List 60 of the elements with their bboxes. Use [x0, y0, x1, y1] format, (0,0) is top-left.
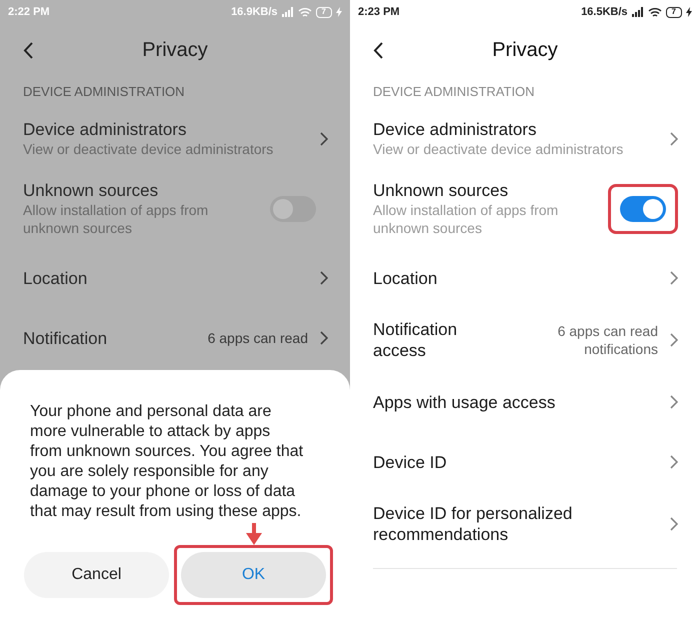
- row-value: 6 apps can read notifications: [556, 322, 658, 358]
- row-title: Notification access: [373, 319, 458, 361]
- chevron-right-icon: [320, 331, 328, 345]
- chevron-right-icon: [670, 517, 678, 531]
- settings-row[interactable]: Apps with usage access: [350, 372, 700, 432]
- charging-icon: [686, 7, 692, 17]
- settings-row[interactable]: Location: [350, 248, 700, 308]
- row-title: Device administrators: [23, 119, 188, 140]
- battery-icon: 7: [666, 6, 682, 18]
- row-title: Device ID for personalized recommendations: [373, 503, 574, 545]
- network-speed: 16.5KB/s: [581, 4, 628, 20]
- network-speed: 16.9KB/s: [231, 4, 278, 20]
- settings-row[interactable]: Notification 6 apps can read: [0, 308, 350, 368]
- row-title: Location: [23, 268, 88, 288]
- row-value: 6 apps can read: [206, 329, 308, 347]
- row-subtitle: View or deactivate device administrators: [373, 140, 624, 158]
- wifi-icon: [298, 6, 312, 18]
- chevron-right-icon: [320, 132, 328, 146]
- row-title: Unknown sources: [373, 180, 510, 201]
- chevron-right-icon: [670, 455, 678, 469]
- row-subtitle: Allow installation of apps from unknown sources: [373, 201, 560, 237]
- settings-row[interactable]: Device administrators View or deactivate device administrators: [350, 108, 700, 169]
- row-title: Device ID: [373, 452, 448, 472]
- section-header: DEVICE ADMINISTRATION: [373, 84, 535, 99]
- signal-icon: [632, 7, 644, 17]
- cancel-button[interactable]: Cancel: [24, 552, 169, 598]
- wifi-icon: [648, 6, 662, 18]
- charging-icon: [336, 7, 342, 17]
- row-title: Unknown sources: [23, 180, 160, 201]
- settings-row[interactable]: Device ID for personalized recommendations: [350, 492, 700, 556]
- chevron-right-icon: [670, 271, 678, 285]
- arrow-icon: [246, 523, 262, 545]
- settings-row[interactable]: Location: [0, 248, 350, 308]
- row-title: Device administrators: [373, 119, 538, 140]
- page-title: Privacy: [142, 38, 208, 63]
- back-icon[interactable]: [23, 42, 33, 58]
- chevron-right-icon: [670, 132, 678, 146]
- status-time: 2:23 PM: [358, 4, 400, 20]
- row-title: Location: [373, 268, 438, 288]
- settings-row[interactable]: Unknown sources Allow installation of apps from unknown sources: [350, 169, 700, 248]
- section-header: DEVICE ADMINISTRATION: [23, 84, 185, 99]
- settings-row[interactable]: Device ID: [350, 432, 700, 492]
- chevron-right-icon: [670, 333, 678, 347]
- dialog-message: Your phone and personal data are more vulnerable to attack by apps from unknown sources. You agree that you are solely responsible for any damage to your phone or loss of data that may result from using these apps.: [30, 402, 304, 522]
- page-title: Privacy: [492, 38, 558, 63]
- settings-row[interactable]: Notification access 6 apps can read notifications: [350, 308, 700, 372]
- chevron-right-icon: [670, 395, 678, 409]
- row-title: Notification: [23, 328, 108, 348]
- back-icon[interactable]: [373, 42, 383, 58]
- battery-icon: 7: [316, 6, 332, 18]
- chevron-right-icon: [320, 271, 328, 285]
- row-subtitle: Allow installation of apps from unknown sources: [23, 201, 210, 237]
- signal-icon: [282, 7, 294, 17]
- toggle-switch[interactable]: [620, 196, 666, 222]
- row-subtitle: View or deactivate device administrators: [23, 140, 274, 158]
- row-title: Apps with usage access: [373, 392, 556, 412]
- settings-row[interactable]: Device administrators View or deactivate device administrators: [0, 108, 350, 169]
- status-time: 2:22 PM: [8, 4, 50, 20]
- settings-row[interactable]: Unknown sources Allow installation of apps from unknown sources: [0, 169, 350, 248]
- toggle-switch[interactable]: [270, 196, 316, 222]
